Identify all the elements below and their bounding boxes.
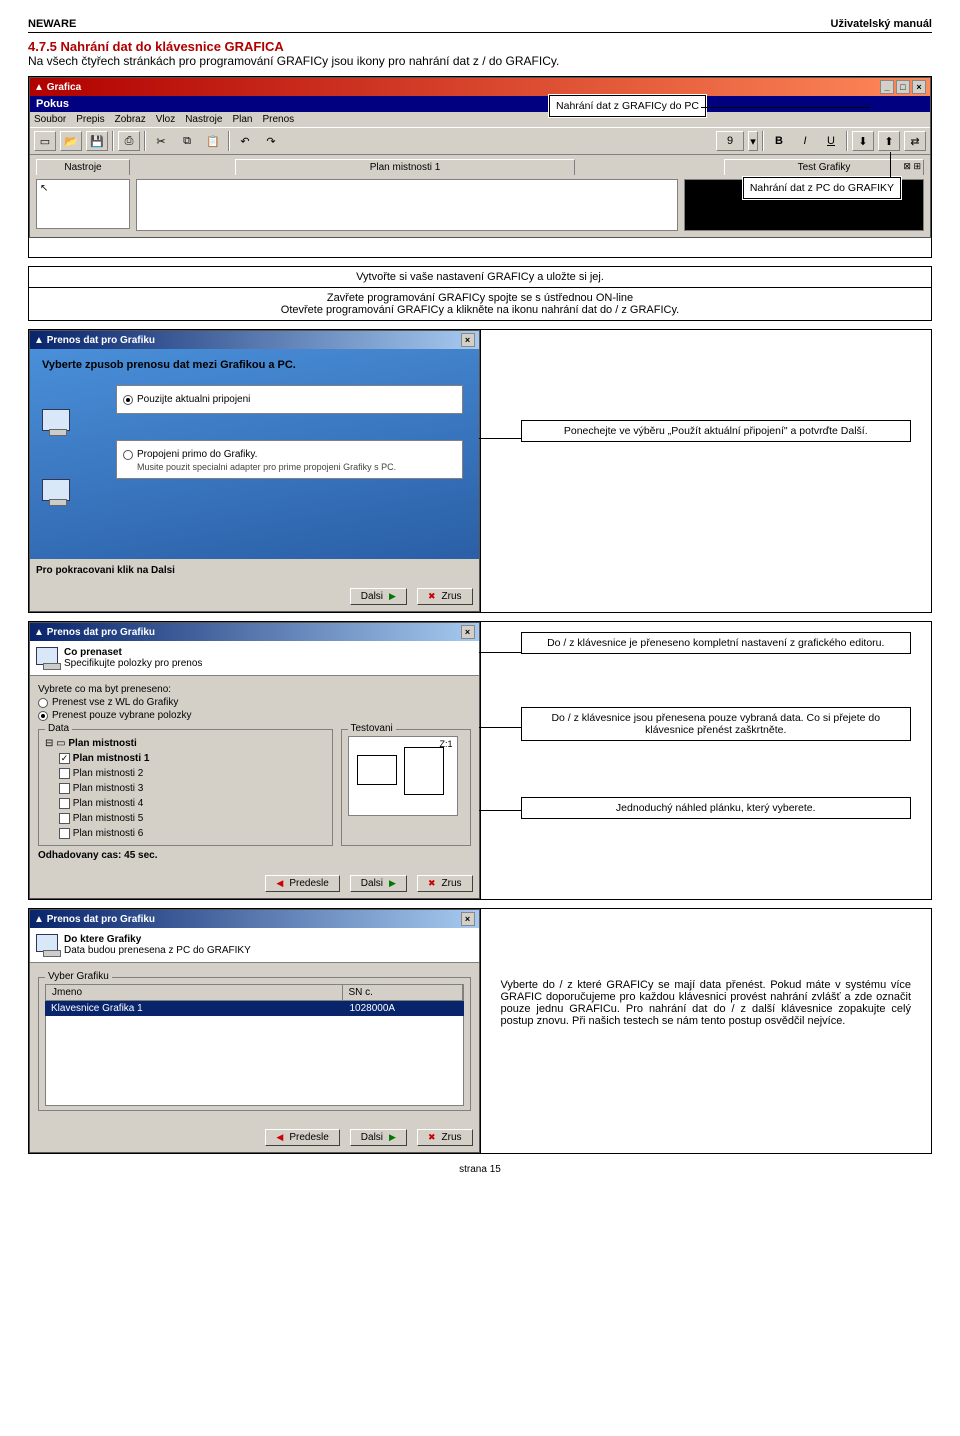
pointer-icon[interactable]: ↖ — [40, 183, 48, 194]
wiz1-next-button[interactable]: Dalsi — [350, 588, 407, 605]
document-name-bar: Pokus — [30, 96, 930, 112]
minimize-button[interactable]: _ — [880, 80, 894, 94]
step-2: Zavřete programování GRAFICy spojte se s… — [33, 292, 927, 304]
wiz2-title: Prenos dat pro Grafiku — [47, 627, 155, 638]
step-3: Otevřete programování GRAFICy a klikněte… — [33, 304, 927, 316]
wiz3-group-legend: Vyber Grafiku — [45, 971, 112, 982]
pc-small-icon — [36, 647, 58, 665]
wiz1-close[interactable]: × — [461, 333, 475, 347]
plan-tree[interactable]: ⊟ ▭ Plan mistnosti ✓ Plan mistnosti 1 Pl… — [45, 736, 326, 841]
wiz3-list-header: Jmeno SN c. — [45, 984, 464, 1001]
pc-small2-icon — [36, 934, 58, 952]
wiz3-list-row[interactable]: Klavesnice Grafika 1 1028000A — [45, 1001, 464, 1016]
tab-tools[interactable]: Nastroje — [36, 159, 130, 175]
wiz2-cancel-button[interactable]: Zrus — [417, 875, 473, 892]
group-data-legend: Data — [45, 723, 72, 734]
save-icon[interactable]: 💾 — [86, 131, 108, 151]
wiz2-next-button[interactable]: Dalsi — [350, 875, 407, 892]
group-test-legend: Testovani — [348, 723, 396, 734]
wiz3-close[interactable]: × — [461, 912, 475, 926]
section-heading: 4.7.5 Nahrání dat do klávesnice GRAFICA — [28, 39, 932, 54]
wiz1-opt-direct-note: Musite pouzit specialni adapter pro prim… — [137, 462, 456, 472]
underline-icon[interactable]: U — [820, 131, 842, 151]
upload-to-grafica-icon[interactable]: ⬆ — [878, 131, 900, 151]
redo-icon[interactable]: ↷ — [260, 131, 282, 151]
wiz2-radio-selected[interactable]: Prenest pouze vybrane polozky — [38, 710, 471, 721]
wiz2-question: Vybrete co ma byt preneseno: — [38, 684, 471, 695]
wiz2-prev-button[interactable]: Predesle — [265, 875, 339, 892]
wiz2-heading: Co prenaset — [64, 647, 202, 658]
app-title: Grafica — [47, 82, 81, 93]
callout-download: Nahrání dat z GRAFICy do PC — [549, 95, 706, 117]
wiz1-title: Prenos dat pro Grafiku — [47, 335, 155, 346]
page-number: strana 15 — [28, 1164, 932, 1175]
copy-icon[interactable]: ⧉ — [176, 131, 198, 151]
wiz1-opt-direct[interactable]: Propojeni primo do Grafiky. — [123, 449, 456, 460]
open-icon[interactable]: 📂 — [60, 131, 82, 151]
step-1: Vytvořte si vaše nastavení GRAFICy a ulo… — [29, 267, 932, 288]
wiz3-cancel-button[interactable]: Zrus — [417, 1129, 473, 1146]
callout-keep-connection: Ponechejte ve výběru „Použít aktuální př… — [521, 420, 912, 442]
new-icon[interactable]: ▭ — [34, 131, 56, 151]
print-icon[interactable]: ⎙ — [118, 131, 140, 151]
wiz1-continue-hint: Pro pokracovani klik na Dalsi — [30, 559, 479, 582]
fontsize-field[interactable]: 9 — [716, 131, 744, 151]
section-intro: Na všech čtyřech stránkách pro programov… — [28, 54, 932, 68]
callout-selected-transfer: Do / z klávesnice jsou přenesena pouze v… — [521, 707, 912, 741]
plan-thumbnail: Z:1 — [348, 736, 458, 816]
bold-icon[interactable]: B — [768, 131, 790, 151]
maximize-button[interactable]: □ — [896, 80, 910, 94]
transfer-icon[interactable]: ⇄ — [904, 131, 926, 151]
wiz1-heading: Vyberte zpusob prenosu dat mezi Grafikou… — [36, 355, 473, 375]
wiz2-close[interactable]: × — [461, 625, 475, 639]
callout-thumbnail: Jednoduchý náhled plánku, který vyberete… — [521, 797, 912, 819]
wiz1-opt-current[interactable]: Pouzijte aktualni pripojeni — [123, 394, 456, 405]
wiz2-radio-all[interactable]: Prenest vse z WL do Grafiky — [38, 697, 471, 708]
fontsize-spinner[interactable]: ▾ — [748, 131, 758, 151]
brand: NEWARE — [28, 18, 76, 30]
wiz2-subheading: Specifikujte polozky pro prenos — [64, 658, 202, 669]
cut-icon[interactable]: ✂ — [150, 131, 172, 151]
wiz3-heading: Do ktere Grafiky — [64, 934, 251, 945]
menubar[interactable]: SouborPrepisZobrazVlozNastrojePlanPrenos — [30, 112, 930, 127]
wiz3-subheading: Data budou prenesena z PC do GRAFIKY — [64, 945, 251, 956]
monitor-icon — [42, 479, 70, 501]
tab-close-icon[interactable]: ⊠ ⊞ — [903, 161, 921, 172]
italic-icon[interactable]: I — [794, 131, 816, 151]
wiz3-title: Prenos dat pro Grafiku — [47, 914, 155, 925]
wiz3-next-button[interactable]: Dalsi — [350, 1129, 407, 1146]
wiz1-cancel-button[interactable]: Zrus — [417, 588, 473, 605]
close-button[interactable]: × — [912, 80, 926, 94]
wiz3-prev-button[interactable]: Predesle — [265, 1129, 339, 1146]
toolbar: ▭ 📂 💾 ⎙ ✂ ⧉ 📋 ↶ ↷ 9 ▾ B — [30, 127, 930, 155]
download-from-grafica-icon[interactable]: ⬇ — [852, 131, 874, 151]
paste-icon[interactable]: 📋 — [202, 131, 224, 151]
callout-full-transfer: Do / z klávesnice je přeneseno kompletní… — [521, 632, 912, 654]
callout-upload: Nahrání dat z PC do GRAFIKY — [743, 177, 901, 199]
tab-plan[interactable]: Plan mistnosti 1 — [235, 159, 575, 175]
undo-icon[interactable]: ↶ — [234, 131, 256, 151]
wiz2-eta: Odhadovany cas: 45 sec. — [38, 850, 471, 861]
doc-title: Uživatelský manuál — [831, 18, 933, 30]
callout-select-grafica: Vyberte do / z které GRAFICy se mají dat… — [501, 979, 912, 1027]
pc-icon — [42, 409, 70, 431]
tab-test[interactable]: Test Grafiky⊠ ⊞ — [724, 159, 924, 175]
